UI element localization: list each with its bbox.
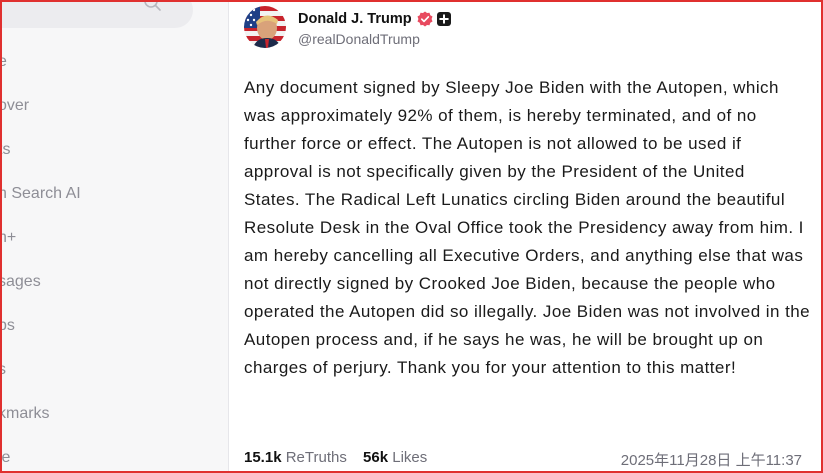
post-stats: 15.1k ReTruths 56k Likes: [244, 449, 439, 466]
author-handle[interactable]: @realDonaldTrump: [298, 31, 420, 47]
sidebar-item-profile[interactable]: le: [0, 446, 10, 470]
verified-badge-icon: [417, 11, 433, 27]
retruths-label: ReTruths: [285, 449, 347, 466]
post-view: Donald J. Trump @realDonaldTrump Any doc…: [229, 0, 823, 473]
author-name[interactable]: Donald J. Trump: [298, 11, 412, 27]
sidebar-item-messages[interactable]: sages: [0, 270, 41, 294]
post-timestamp[interactable]: 2025年11月28日 上午11:37: [621, 449, 802, 470]
search-bar[interactable]: [0, 0, 193, 28]
post-text: Any document signed by Sleepy Joe Biden …: [244, 74, 814, 382]
retruths-stat[interactable]: 15.1k ReTruths: [244, 449, 347, 466]
sidebar-item-search-ai[interactable]: h Search AI: [0, 182, 81, 206]
post-paragraph: Any document signed by Sleepy Joe Biden …: [244, 78, 779, 181]
retruths-count: 15.1k: [244, 449, 282, 466]
sidebar-item-discover[interactable]: over: [0, 94, 29, 118]
sidebar-item-bookmarks[interactable]: kmarks: [0, 402, 50, 426]
avatar[interactable]: [244, 6, 286, 48]
likes-stat[interactable]: 56k Likes: [363, 449, 427, 466]
author-row: Donald J. Trump: [298, 9, 451, 29]
sidebar-item-feeds[interactable]: s: [0, 358, 6, 382]
sidebar: e over ts h Search AI h+ sages ps s kmar…: [0, 0, 229, 473]
sidebar-item-notifications[interactable]: ts: [0, 138, 10, 162]
sidebar-item-home[interactable]: e: [0, 50, 7, 74]
post-paragraph: States. The Radical Left Lunatics circli…: [244, 190, 811, 377]
likes-label: Likes: [392, 449, 428, 466]
sidebar-item-plus[interactable]: h+: [0, 226, 16, 250]
likes-count: 56k: [363, 449, 389, 466]
sidebar-item-groups[interactable]: ps: [0, 314, 15, 338]
plus-badge-icon: [436, 12, 451, 26]
search-icon[interactable]: [143, 0, 163, 14]
